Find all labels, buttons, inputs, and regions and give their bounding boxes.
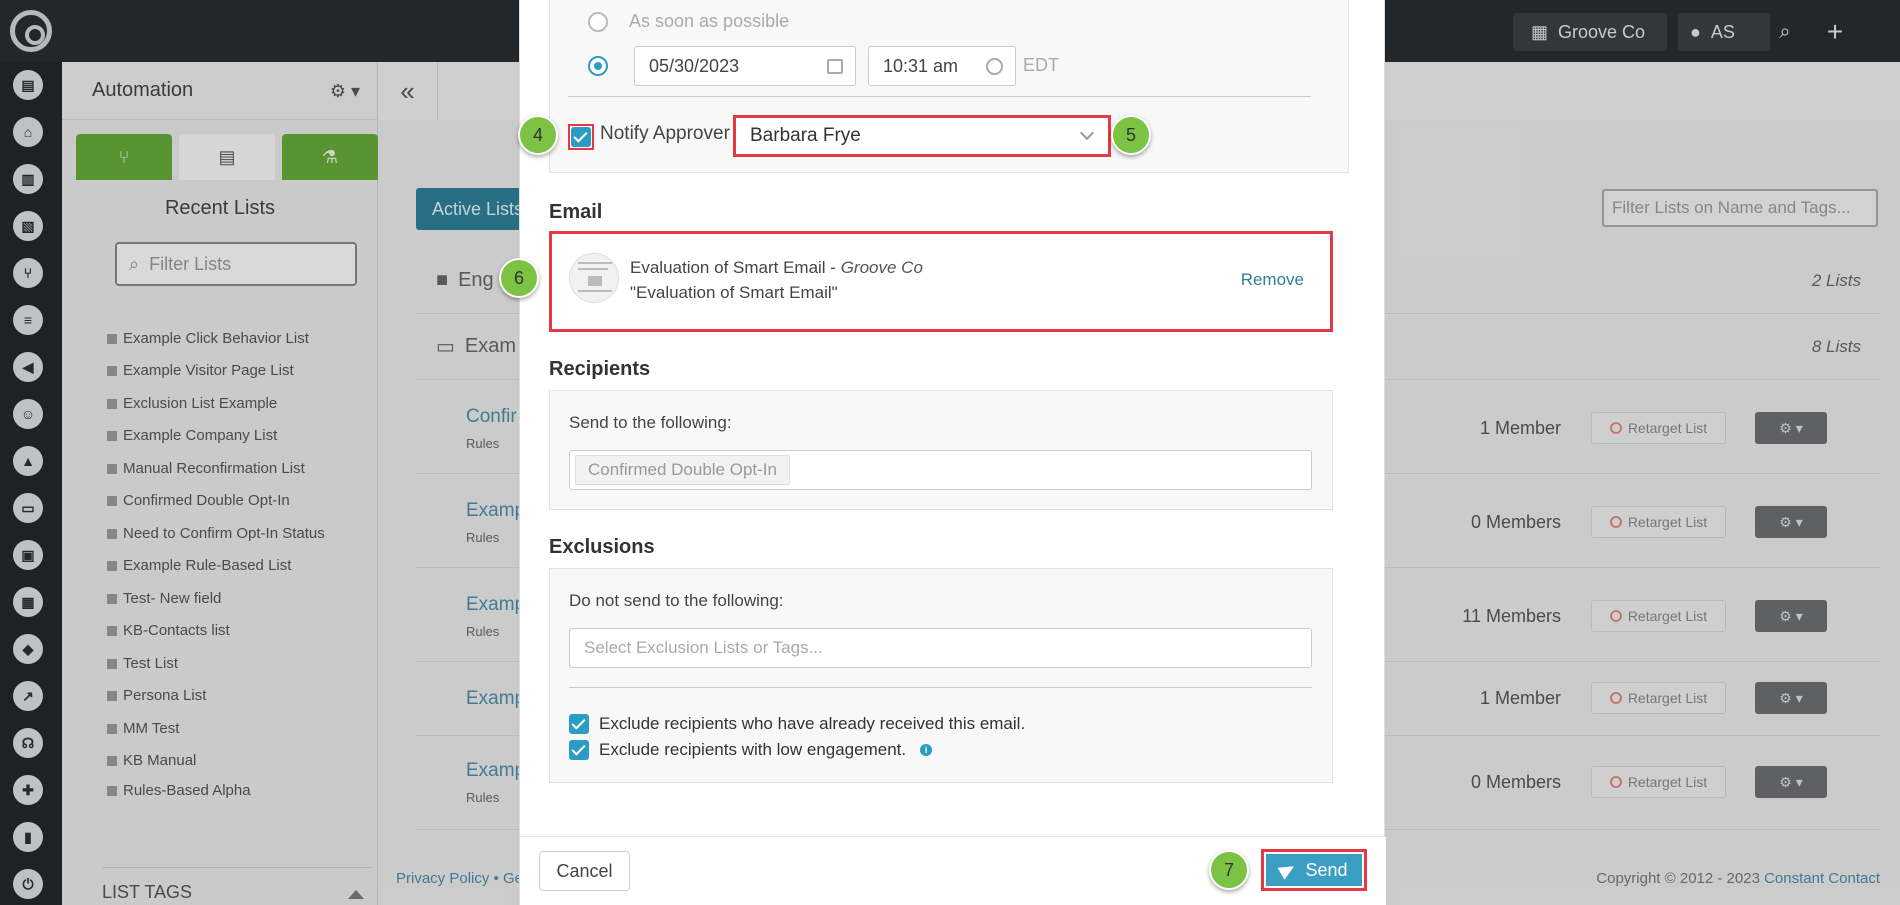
date-input[interactable]: 05/30/2023 bbox=[634, 46, 856, 86]
paper-plane-icon bbox=[1277, 860, 1298, 880]
step-marker: 7 bbox=[1209, 850, 1249, 890]
notify-approver-checkbox[interactable] bbox=[571, 127, 591, 147]
exclusions-label: Do not send to the following: bbox=[569, 591, 784, 610]
exclude-received-checkbox[interactable] bbox=[569, 714, 589, 734]
send-label: Send bbox=[1305, 859, 1348, 880]
send-button[interactable]: Send bbox=[1266, 854, 1362, 886]
calendar-icon bbox=[827, 59, 843, 74]
exclusions-section-title: Exclusions bbox=[549, 536, 655, 558]
asap-label: As soon as possible bbox=[629, 11, 790, 31]
recipients-label: Send to the following: bbox=[569, 413, 732, 432]
step-marker: 4 bbox=[518, 115, 558, 155]
divider bbox=[568, 96, 1311, 97]
asap-radio[interactable] bbox=[588, 12, 608, 32]
cancel-button[interactable]: Cancel bbox=[539, 851, 630, 891]
exclusions-input[interactable]: Select Exclusion Lists or Tags... bbox=[569, 628, 1312, 668]
email-account: Groove Co bbox=[840, 258, 923, 277]
step-marker: 5 bbox=[1111, 115, 1151, 155]
exclude-low-engagement-label: Exclude recipients with low engagement. bbox=[599, 740, 907, 759]
email-name-text: Evaluation of Smart Email - bbox=[630, 258, 841, 277]
exclude-received-label: Exclude recipients who have already rece… bbox=[599, 714, 1026, 733]
modal-footer: Cancel Send bbox=[520, 836, 1386, 905]
send-button-highlight: Send bbox=[1261, 849, 1367, 891]
chevron-down-icon bbox=[1079, 125, 1095, 141]
recipients-section-title: Recipients bbox=[549, 358, 651, 380]
info-icon[interactable]: i bbox=[920, 744, 933, 756]
exclude-low-engagement-option[interactable]: Exclude recipients with low engagement. … bbox=[569, 740, 933, 760]
time-input[interactable]: 10:31 am bbox=[868, 46, 1016, 86]
email-section-title: Email bbox=[549, 201, 603, 223]
time-value: 10:31 am bbox=[883, 55, 959, 76]
approver-select[interactable]: Barbara Frye bbox=[733, 115, 1111, 157]
exclude-received-option[interactable]: Exclude recipients who have already rece… bbox=[569, 714, 1025, 734]
approver-value: Barbara Frye bbox=[750, 125, 861, 146]
remove-email-link[interactable]: Remove bbox=[1241, 270, 1304, 290]
exclude-low-engagement-checkbox[interactable] bbox=[569, 740, 589, 760]
exclusions-panel: Do not send to the following: Select Exc… bbox=[549, 568, 1333, 783]
clock-icon bbox=[986, 58, 1003, 75]
email-thumbnail bbox=[569, 253, 619, 303]
recipient-chip[interactable]: Confirmed Double Opt-In bbox=[575, 455, 790, 485]
selected-email-card: Evaluation of Smart Email - Groove Co "E… bbox=[549, 231, 1333, 332]
schedule-radio[interactable] bbox=[588, 56, 608, 76]
notify-approver-highlight bbox=[568, 124, 594, 150]
schedule-panel: As soon as possible 05/30/2023 10:31 am … bbox=[549, 0, 1349, 173]
date-value: 05/30/2023 bbox=[649, 55, 740, 76]
email-subject: "Evaluation of Smart Email" bbox=[630, 283, 838, 302]
send-email-modal: As soon as possible 05/30/2023 10:31 am … bbox=[519, 0, 1386, 905]
timezone-label: EDT bbox=[1023, 55, 1059, 75]
step-marker: 6 bbox=[499, 258, 539, 298]
recipients-panel: Send to the following: Confirmed Double … bbox=[549, 390, 1333, 510]
divider bbox=[569, 687, 1312, 688]
recipients-input[interactable]: Confirmed Double Opt-In bbox=[569, 450, 1312, 490]
notify-approver-label: Notify Approver bbox=[600, 123, 730, 144]
email-name: Evaluation of Smart Email - Groove Co bbox=[630, 258, 923, 278]
